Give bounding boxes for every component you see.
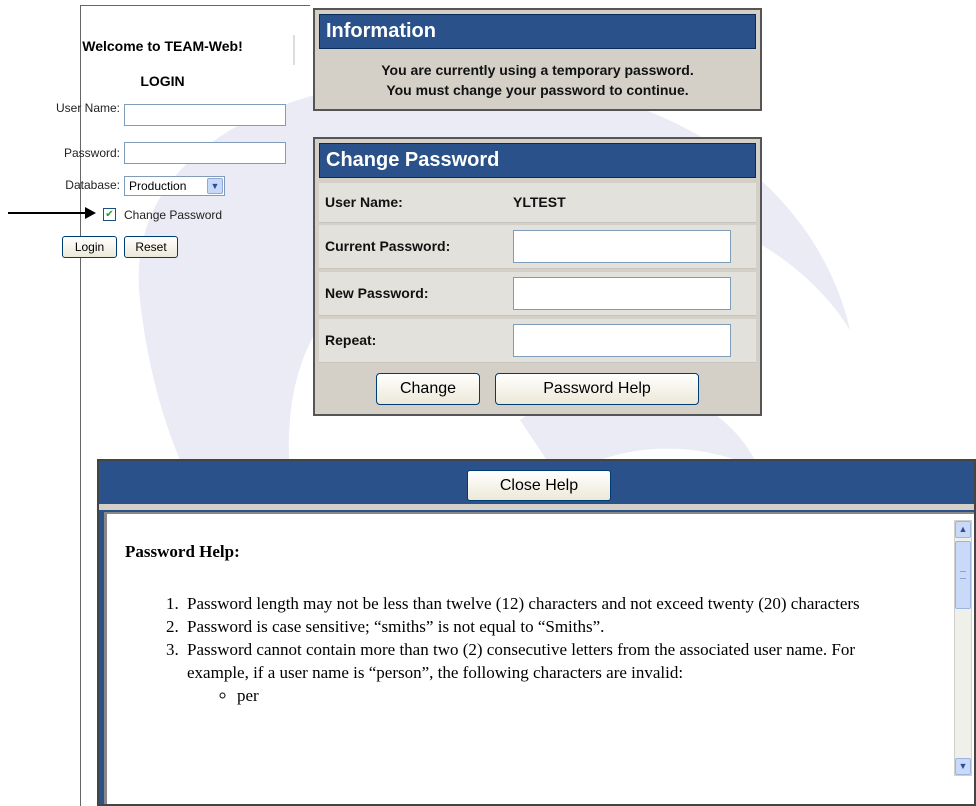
chevron-up-icon[interactable]: ▲: [955, 521, 971, 538]
chevron-down-icon[interactable]: ▼: [207, 178, 223, 194]
list-item: Password is case sensitive; “smiths” is …: [183, 615, 915, 638]
user-name-input[interactable]: [124, 104, 286, 126]
change-password-label: Change Password: [124, 208, 223, 222]
current-password-input[interactable]: [513, 230, 731, 263]
user-name-row: User Name: YLTEST: [319, 183, 756, 223]
change-button[interactable]: Change: [376, 373, 480, 405]
change-password-panel: Change Password User Name: YLTEST Curren…: [313, 137, 762, 416]
list-item: Password length may not be less than twe…: [183, 592, 915, 615]
password-help-button[interactable]: Password Help: [495, 373, 699, 405]
reset-button[interactable]: Reset: [124, 236, 178, 258]
divider: [99, 504, 974, 510]
information-panel: Information You are currently using a te…: [313, 8, 762, 111]
repeat-label: Repeat:: [325, 332, 377, 348]
information-message: You are currently using a temporary pass…: [315, 60, 760, 100]
password-help-panel: Close Help Password Help: Password lengt…: [97, 459, 976, 806]
new-password-row: New Password:: [319, 272, 756, 316]
frame-border: [80, 5, 81, 806]
new-password-input[interactable]: [513, 277, 731, 310]
user-name-label: User Name:: [55, 101, 120, 115]
help-body[interactable]: Password Help: Password length may not b…: [104, 512, 974, 804]
current-password-label: Current Password:: [325, 238, 451, 254]
new-password-label: New Password:: [325, 285, 429, 301]
close-help-button[interactable]: Close Help: [467, 470, 611, 501]
help-rules-list: Password length may not be less than twe…: [125, 592, 915, 684]
help-title: Password Help:: [125, 542, 240, 561]
login-title: LOGIN: [140, 73, 185, 89]
repeat-password-input[interactable]: [513, 324, 731, 357]
change-password-checkbox[interactable]: ✔: [103, 208, 116, 221]
cp-user-name-label: User Name:: [325, 194, 403, 210]
current-password-row: Current Password:: [319, 225, 756, 269]
database-select[interactable]: Production ▼: [124, 176, 225, 196]
frame-border: [80, 5, 310, 6]
help-content: Password Help: Password length may not b…: [125, 542, 915, 707]
help-sub-list: per: [125, 684, 915, 707]
grip-icon: [960, 571, 966, 579]
information-line-2: You must change your password to continu…: [386, 82, 689, 98]
information-title: Information: [319, 14, 756, 49]
password-input[interactable]: [124, 142, 286, 164]
password-label: Password:: [63, 146, 120, 160]
change-password-title: Change Password: [319, 143, 756, 178]
list-item: per: [237, 684, 915, 707]
repeat-row: Repeat:: [319, 319, 756, 363]
database-label: Database:: [65, 178, 120, 192]
information-line-1: You are currently using a temporary pass…: [381, 62, 694, 78]
list-item: Password cannot contain more than two (2…: [183, 638, 915, 684]
pointer-arrow-line: [8, 212, 88, 214]
scrollbar-thumb[interactable]: [955, 541, 971, 609]
divider: [293, 35, 295, 65]
welcome-heading: Welcome to TEAM-Web!: [82, 38, 243, 54]
help-scrollbar[interactable]: ▲ ▼: [954, 520, 972, 776]
chevron-down-icon[interactable]: ▼: [955, 758, 971, 775]
cp-user-name-value: YLTEST: [513, 194, 566, 210]
login-button[interactable]: Login: [62, 236, 117, 258]
database-select-value: Production: [129, 179, 187, 193]
arrow-right-icon: [85, 207, 96, 219]
